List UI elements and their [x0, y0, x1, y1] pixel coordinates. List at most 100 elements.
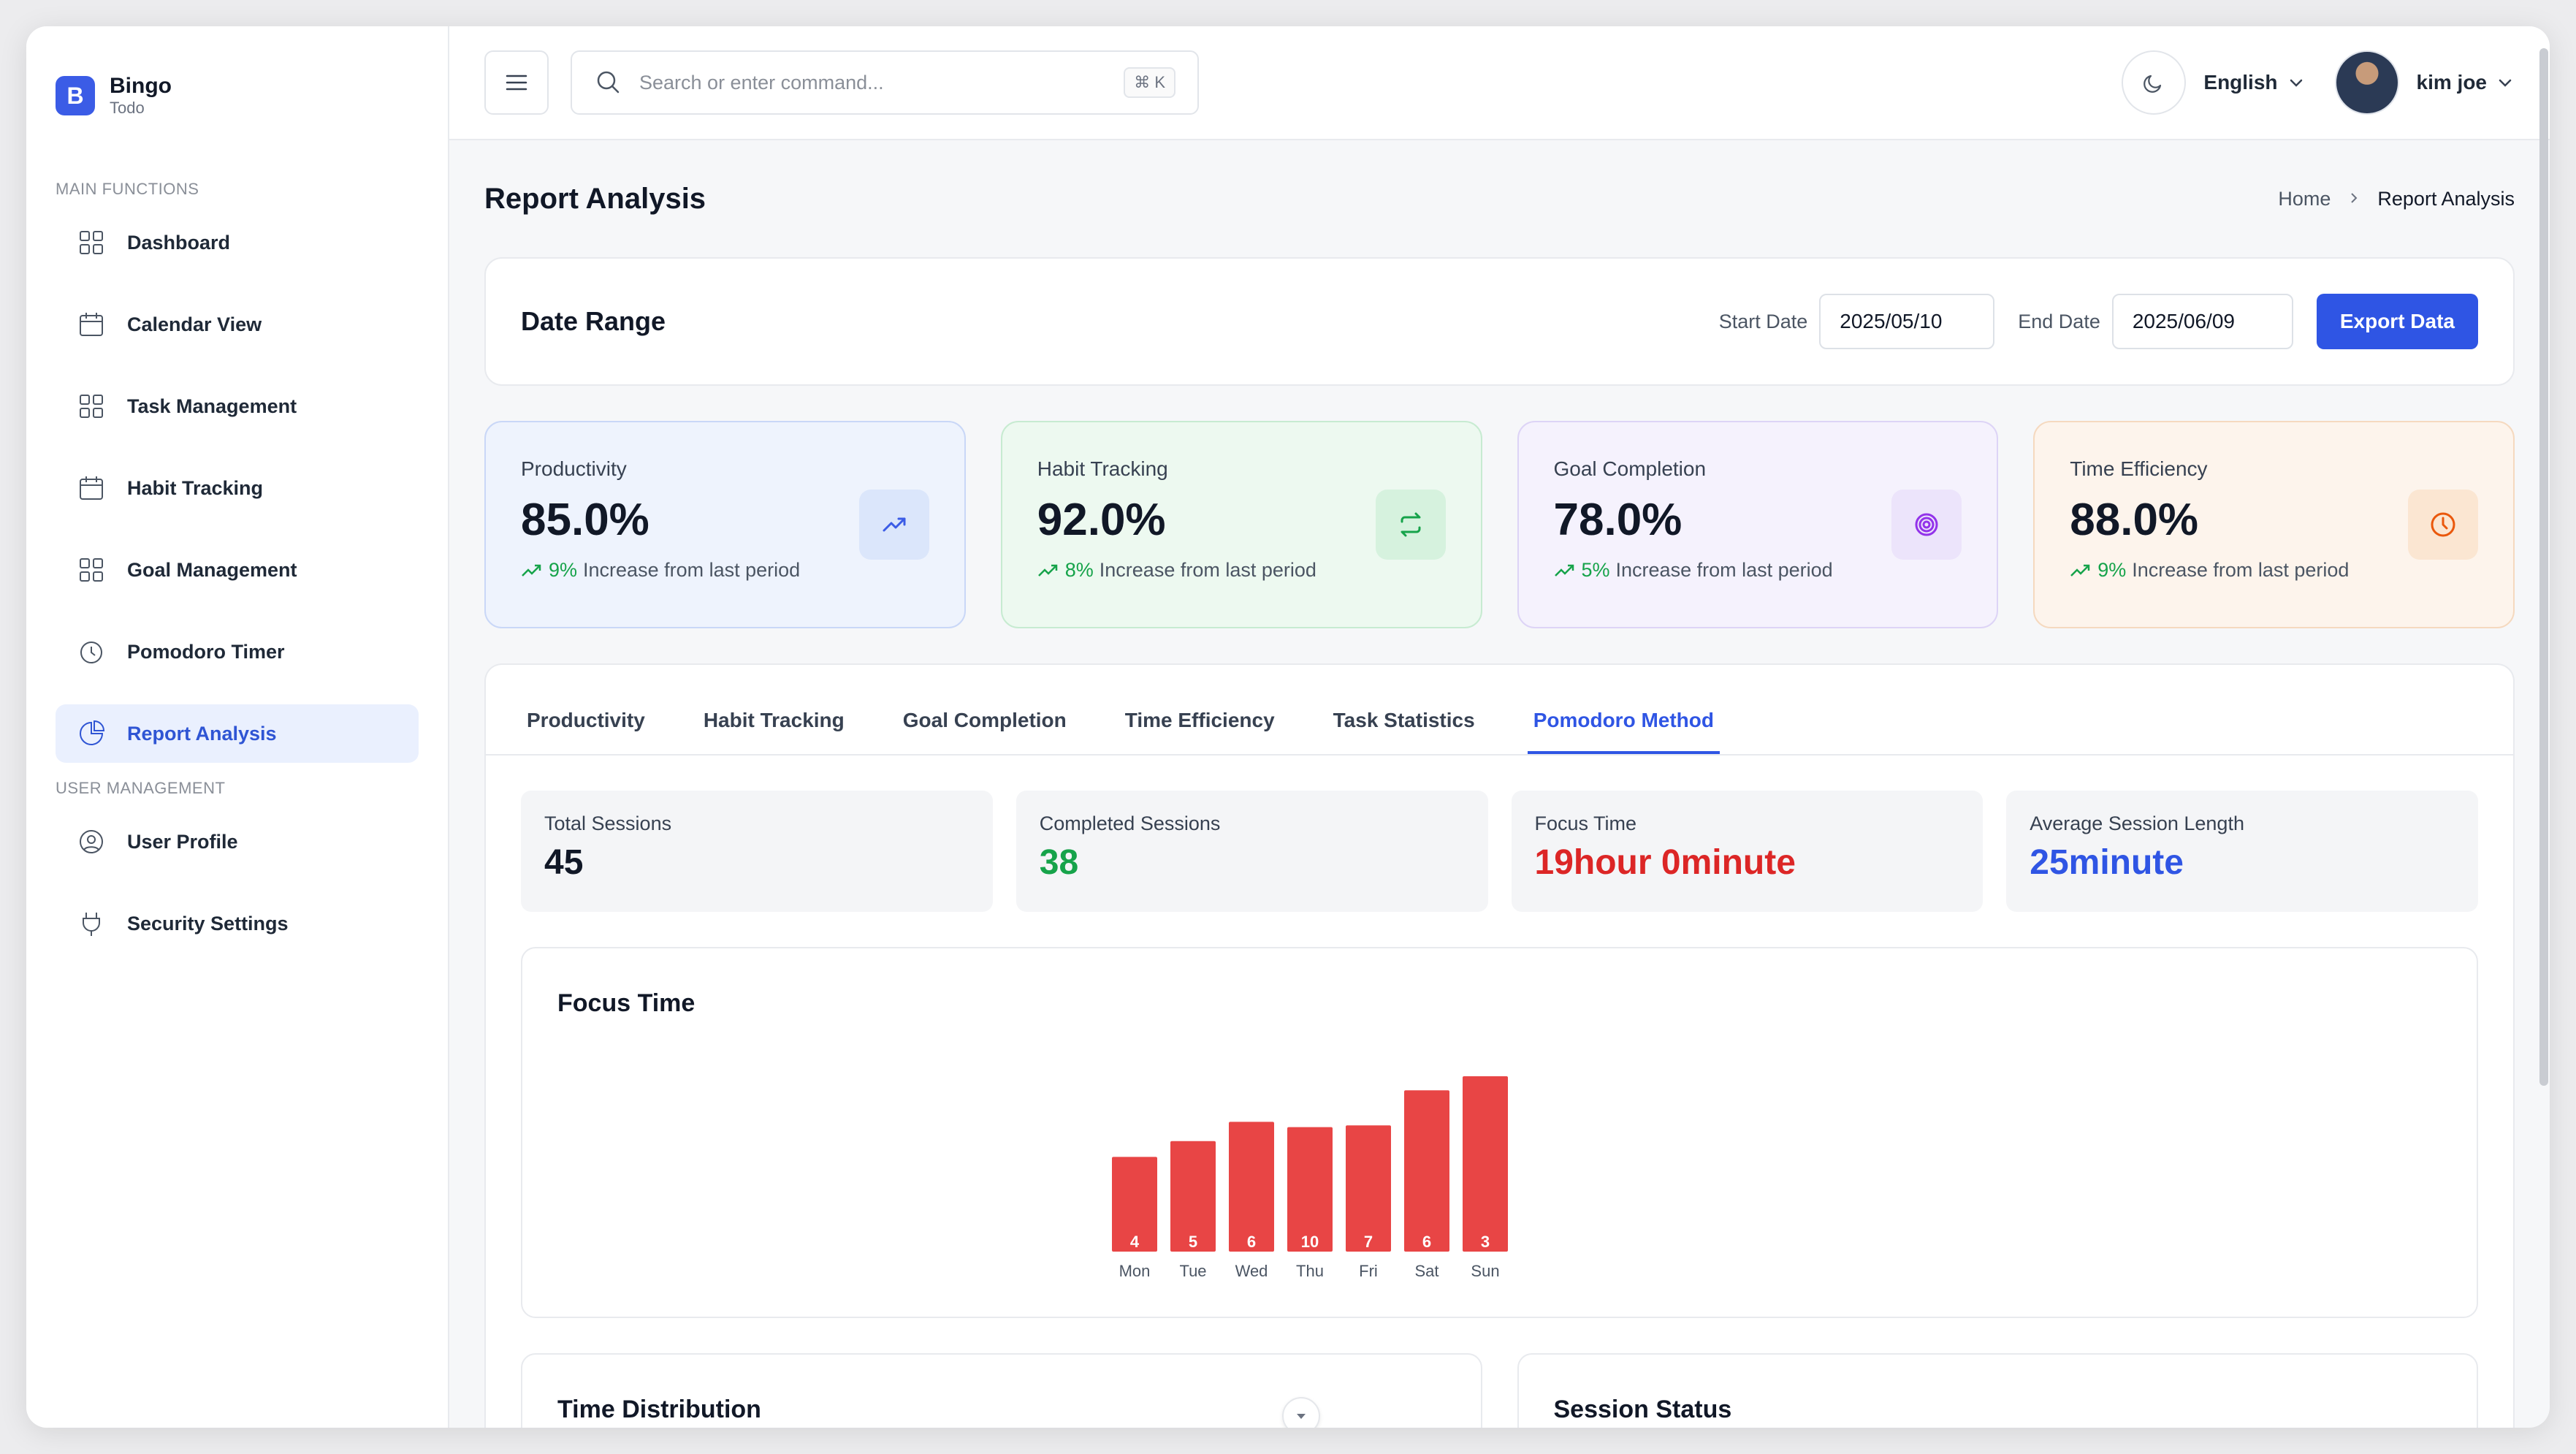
user-name: kim joe: [2416, 71, 2487, 94]
tab-task-statistics[interactable]: Task Statistics: [1327, 709, 1481, 754]
chart-bar-sat[interactable]: [1404, 1090, 1449, 1252]
sidebar-item-security-settings[interactable]: Security Settings: [56, 894, 419, 953]
sidebar-item-report-analysis[interactable]: Report Analysis: [56, 704, 419, 763]
chart-data-label: 6: [1422, 1233, 1431, 1251]
metric-value: 25minute: [2030, 843, 2184, 882]
hamburger-icon: [506, 75, 527, 91]
date-range-title: Date Range: [521, 306, 666, 336]
grid-icon: [76, 391, 107, 422]
stat-trend: 8% Increase from last period: [1037, 559, 1446, 582]
export-data-button[interactable]: Export Data: [2316, 294, 2478, 349]
metric-total-sessions: Total Sessions 45: [521, 791, 993, 912]
user-icon: [76, 826, 107, 857]
search-input[interactable]: [639, 71, 1124, 94]
start-date-input[interactable]: 2025/05/10: [1819, 294, 1995, 349]
sidebar-item-calendar-view[interactable]: Calendar View: [56, 295, 419, 354]
sidebar-item-label: Report Analysis: [127, 722, 277, 745]
metric-value: 45: [544, 843, 584, 882]
content: Report Analysis Home Report Analysis Dat…: [449, 140, 2550, 1428]
calendar-icon: [76, 473, 107, 503]
date-range-card: Date Range Start Date 2025/05/10 End Dat…: [484, 257, 2515, 386]
sidebar-item-dashboard[interactable]: Dashboard: [56, 213, 419, 272]
stat-trend-percent: 9%: [2097, 559, 2127, 581]
sidebar-item-pomodoro-timer[interactable]: Pomodoro Timer: [56, 623, 419, 681]
breadcrumb-home[interactable]: Home: [2278, 188, 2331, 210]
chevron-right-icon: [2347, 188, 2361, 210]
grid-icon: [76, 555, 107, 585]
chart-bar-sun[interactable]: [1463, 1076, 1508, 1252]
stat-card-productivity: Productivity 85.0% 9% Increase from last…: [484, 421, 966, 628]
language-selector[interactable]: English: [2203, 71, 2305, 94]
date-fields: Start Date 2025/05/10 End Date 2025/06/0…: [1719, 294, 2478, 349]
stat-label: Productivity: [521, 457, 627, 480]
focus-time-chart: 4 Mon 5 Tue 6 Wed 10 Thu 7 Fri 6 Sat 3 Sun: [1112, 1076, 1508, 1280]
end-date-input[interactable]: 2025/06/09: [2111, 294, 2293, 349]
sidebar-item-task-management[interactable]: Task Management: [56, 377, 419, 435]
sidebar-section-title: MAIN FUNCTIONS: [56, 180, 199, 198]
sidebar-item-label: Dashboard: [127, 231, 231, 254]
sidebar: B Bingo Todo MAIN FUNCTIONS Dashboard Cale…: [26, 26, 449, 1428]
stat-trend: 5% Increase from last period: [1554, 559, 1962, 582]
chart-tick-label: Tue: [1179, 1262, 1206, 1280]
chart-tick-label: Sat: [1414, 1262, 1438, 1280]
stat-label: Time Efficiency: [2070, 457, 2208, 480]
sidebar-item-habit-tracking[interactable]: Habit Tracking: [56, 459, 419, 517]
avatar[interactable]: [2334, 50, 2399, 115]
trending-up-icon: [858, 490, 929, 560]
breadcrumb: Home Report Analysis: [2278, 188, 2515, 210]
chart-data-label: 7: [1364, 1233, 1373, 1251]
chart-tick-label: Thu: [1296, 1262, 1324, 1280]
start-date-label: Start Date: [1718, 310, 1808, 332]
main-area: ⌘ K English kim joe Report Analysis: [449, 26, 2550, 1428]
brand[interactable]: B Bingo Todo: [56, 26, 419, 165]
tab-productivity[interactable]: Productivity: [521, 709, 651, 754]
stat-label: Habit Tracking: [1037, 457, 1168, 480]
brand-subtitle: Todo: [110, 99, 145, 117]
tab-goal-completion[interactable]: Goal Completion: [897, 709, 1072, 754]
sidebar-item-label: Pomodoro Timer: [127, 640, 285, 663]
stat-trend-percent: 5%: [1581, 559, 1610, 581]
chevron-down-icon: [1296, 1414, 1306, 1419]
sidebar-item-user-profile[interactable]: User Profile: [56, 812, 419, 871]
menu-toggle-button[interactable]: [484, 50, 549, 115]
sidebar-item-label: User Profile: [127, 830, 238, 853]
stat-trend: 9% Increase from last period: [2070, 559, 2478, 582]
brand-text: Bingo Todo: [110, 75, 172, 116]
app-window: B Bingo Todo MAIN FUNCTIONS Dashboard Cale…: [26, 26, 2550, 1428]
bottom-cards: Time Distribution Session Status: [521, 1353, 2478, 1428]
chart-tick-label: Sun: [1471, 1262, 1499, 1280]
page-title: Report Analysis: [484, 182, 706, 215]
chart-data-label: 6: [1247, 1233, 1256, 1251]
topbar-right: English kim joe: [2122, 50, 2515, 115]
trending-up-icon: [522, 564, 541, 576]
scroll-down-button[interactable]: [1281, 1397, 1320, 1428]
chevron-down-icon: [2499, 79, 2512, 87]
tab-pomodoro-method[interactable]: Pomodoro Method: [1527, 709, 1720, 754]
calendar-icon: [76, 309, 107, 340]
sidebar-section-title: USER MANAGEMENT: [56, 779, 226, 797]
report-tabs-card: Productivity Habit Tracking Goal Completio…: [484, 663, 2515, 1428]
topbar: ⌘ K English kim joe: [449, 26, 2550, 140]
report-tabs: Productivity Habit Tracking Goal Completio…: [486, 665, 2513, 755]
page-header: Report Analysis Home Report Analysis: [484, 140, 2515, 257]
session-status-title: Session Status: [1553, 1396, 1732, 1423]
scrollbar[interactable]: [2539, 48, 2548, 1086]
tab-time-efficiency[interactable]: Time Efficiency: [1119, 709, 1281, 754]
repeat-icon: [1375, 490, 1446, 560]
trending-up-icon: [1554, 564, 1574, 576]
search-box[interactable]: ⌘ K: [571, 50, 1199, 115]
tab-habit-tracking[interactable]: Habit Tracking: [698, 709, 850, 754]
stat-trend-text: Increase from last period: [1615, 559, 1833, 581]
sidebar-item-label: Goal Management: [127, 558, 297, 581]
chart-data-label: 10: [1301, 1233, 1319, 1251]
sidebar-item-label: Security Settings: [127, 912, 289, 935]
clock-icon: [2408, 490, 2478, 560]
clock-icon: [76, 636, 107, 667]
time-distribution-card: Time Distribution: [521, 1353, 1482, 1428]
plug-icon: [76, 908, 107, 939]
stat-trend: 9% Increase from last period: [521, 559, 929, 582]
user-menu[interactable]: kim joe: [2417, 71, 2515, 94]
shortcut-hint: ⌘ K: [1124, 67, 1175, 98]
theme-toggle-button[interactable]: [2122, 50, 2187, 115]
sidebar-item-goal-management[interactable]: Goal Management: [56, 541, 419, 599]
